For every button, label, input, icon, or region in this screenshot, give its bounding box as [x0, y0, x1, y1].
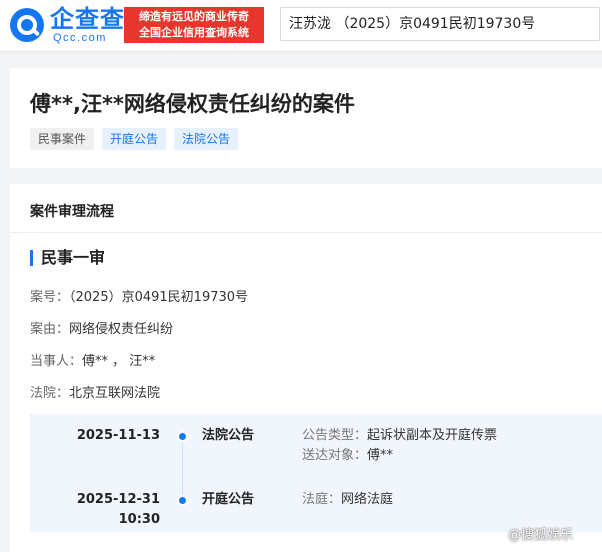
divider [10, 232, 602, 233]
timeline-dot-icon [179, 497, 186, 504]
info-value: 网络侵权责任纠纷 [69, 322, 174, 337]
slogan-line-1: 缔造有远见的商业传奇 [139, 10, 249, 23]
info-key: 案号： [30, 290, 70, 305]
detail-key: 法庭： [302, 492, 342, 507]
info-row-cause: 案由：网络侵权责任纠纷 [30, 318, 173, 337]
timeline-detail: 法庭：网络法庭 [302, 490, 393, 510]
timeline: 2025-11-13 法院公告 公告类型：起诉状副本及开庭传票 送达对象：傅**… [30, 414, 602, 532]
top-header: 企查查 Qcc.com 缔造有远见的商业传奇 全国企业信用查询系统 汪苏泷 （2… [0, 0, 602, 52]
info-key: 当事人： [30, 354, 83, 369]
case-title-card: 傅**,汪**网络侵权责任纠纷的案件 民事案件 开庭公告 法院公告 [10, 68, 602, 168]
info-key: 法院： [30, 386, 70, 401]
qcc-logo-icon[interactable] [10, 8, 44, 42]
section-title: 案件审理流程 [30, 204, 114, 220]
timeline-date: 2025-12-31 [76, 492, 160, 507]
info-row-court: 法院：北京互联网法院 [30, 382, 160, 401]
info-row-case-number: 案号：（2025）京0491民初19730号 [30, 286, 248, 305]
timeline-dot-icon [179, 433, 186, 440]
timeline-detail: 送达对象：傅** [302, 446, 393, 466]
page-title: 傅**,汪**网络侵权责任纠纷的案件 [30, 92, 355, 116]
timeline-time: 10:30 [118, 512, 160, 527]
tag-civil-case: 民事案件 [30, 128, 95, 150]
slogan-line-2: 全国企业信用查询系统 [139, 26, 249, 39]
timeline-type[interactable]: 法院公告 [202, 426, 254, 446]
detail-key: 公告类型： [302, 428, 368, 443]
case-process-card: 案件审理流程 民事一审 案号：（2025）京0491民初19730号 案由：网络… [10, 184, 602, 552]
watermark: @搜狐娱乐 [508, 528, 574, 543]
info-value[interactable]: 北京互联网法院 [69, 386, 160, 401]
info-value[interactable]: 傅** ， 汪** [82, 354, 155, 369]
detail-value: 起诉状副本及开庭传票 [367, 428, 498, 443]
detail-value: 网络法庭 [341, 492, 394, 507]
info-key: 案由： [30, 322, 70, 337]
logo-text[interactable]: 企查查 [50, 5, 125, 33]
detail-value: 傅** [367, 448, 394, 463]
search-input[interactable]: 汪苏泷 （2025）京0491民初19730号 [280, 7, 600, 41]
timeline-date: 2025-11-13 [76, 428, 160, 443]
detail-key: 送达对象： [302, 448, 368, 463]
info-value: （2025）京0491民初19730号 [69, 290, 249, 305]
tag-hearing-notice[interactable]: 开庭公告 [102, 128, 167, 150]
timeline-line [182, 434, 183, 506]
timeline-type[interactable]: 开庭公告 [202, 490, 254, 510]
info-row-parties: 当事人：傅** ， 汪** [30, 350, 155, 369]
slogan-banner: 缔造有远见的商业传奇 全国企业信用查询系统 [124, 7, 264, 43]
timeline-detail: 公告类型：起诉状副本及开庭传票 [302, 426, 497, 446]
tag-court-notice[interactable]: 法院公告 [174, 128, 239, 150]
case-tags: 民事案件 开庭公告 法院公告 [30, 128, 239, 150]
stage-accent-bar [30, 250, 33, 266]
logo-domain: Qcc.com [53, 32, 107, 44]
stage-title: 民事一审 [41, 248, 106, 267]
